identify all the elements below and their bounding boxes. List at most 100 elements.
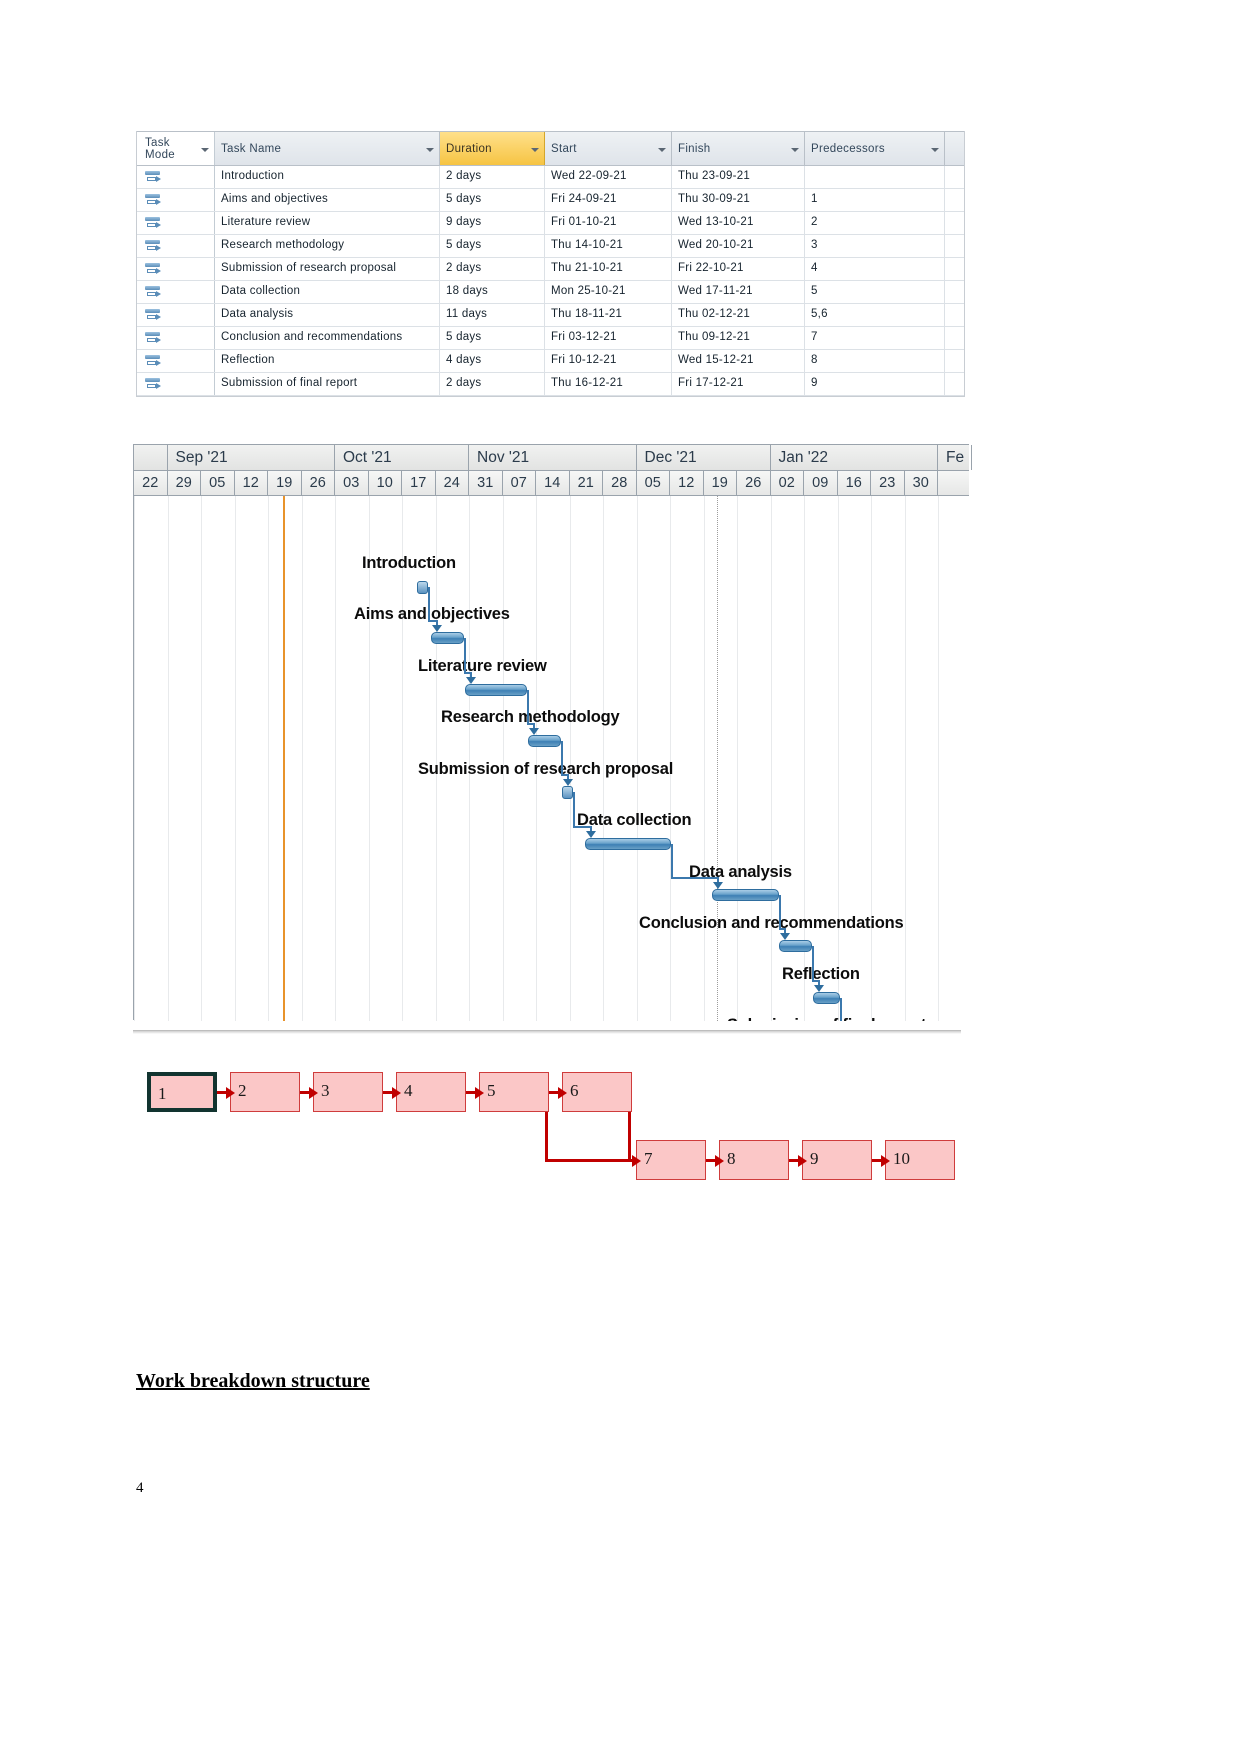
cell-task-name[interactable]: Introduction: [215, 166, 440, 188]
cell-task-mode[interactable]: [137, 281, 215, 303]
cell-predecessors[interactable]: 7: [805, 327, 945, 349]
cell-duration[interactable]: 4 days: [440, 350, 545, 372]
network-node-8[interactable]: 8: [719, 1140, 789, 1180]
cell-task-name[interactable]: Reflection: [215, 350, 440, 372]
gantt-task-bar[interactable]: [585, 838, 671, 850]
cell-task-name[interactable]: Aims and objectives: [215, 189, 440, 211]
cell-duration[interactable]: 2 days: [440, 166, 545, 188]
cell-task-mode[interactable]: [137, 212, 215, 234]
cell-task-mode[interactable]: [137, 235, 215, 257]
cell-task-name[interactable]: Research methodology: [215, 235, 440, 257]
cell-start[interactable]: Wed 22-09-21: [545, 166, 672, 188]
cell-start[interactable]: Fri 03-12-21: [545, 327, 672, 349]
cell-duration[interactable]: 9 days: [440, 212, 545, 234]
cell-start[interactable]: Thu 16-12-21: [545, 373, 672, 395]
cell-predecessors[interactable]: 2: [805, 212, 945, 234]
cell-duration[interactable]: 18 days: [440, 281, 545, 303]
network-node-6[interactable]: 6: [562, 1072, 632, 1112]
column-header-predecessors[interactable]: Predecessors: [805, 132, 945, 165]
cell-task-name[interactable]: Data analysis: [215, 304, 440, 326]
cell-task-name[interactable]: Literature review: [215, 212, 440, 234]
chevron-down-icon[interactable]: [931, 147, 939, 152]
cell-finish[interactable]: Fri 17-12-21: [672, 373, 805, 395]
network-node-3[interactable]: 3: [313, 1072, 383, 1112]
chevron-down-icon[interactable]: [201, 147, 209, 152]
network-node-10[interactable]: 10: [885, 1140, 955, 1180]
table-row[interactable]: Conclusion and recommendations 5 days Fri …: [137, 327, 964, 350]
cell-duration[interactable]: 2 days: [440, 373, 545, 395]
network-node-7[interactable]: 7: [636, 1140, 706, 1180]
cell-start[interactable]: Thu 21-10-21: [545, 258, 672, 280]
chevron-down-icon[interactable]: [426, 147, 434, 152]
table-row[interactable]: Submission of research proposal 2 days Thu…: [137, 258, 964, 281]
cell-task-mode[interactable]: [137, 350, 215, 372]
cell-start[interactable]: Thu 18-11-21: [545, 304, 672, 326]
gantt-milestone-marker[interactable]: [562, 786, 573, 799]
cell-task-name[interactable]: Submission of research proposal: [215, 258, 440, 280]
network-node-1[interactable]: 1: [147, 1072, 217, 1112]
chevron-down-icon[interactable]: [791, 147, 799, 152]
cell-finish[interactable]: Thu 09-12-21: [672, 327, 805, 349]
cell-start[interactable]: Thu 14-10-21: [545, 235, 672, 257]
cell-finish[interactable]: Fri 22-10-21: [672, 258, 805, 280]
cell-finish[interactable]: Wed 13-10-21: [672, 212, 805, 234]
table-row[interactable]: Reflection 4 days Fri 10-12-21 Wed 15-12-21…: [137, 350, 964, 373]
cell-finish[interactable]: Wed 17-11-21: [672, 281, 805, 303]
cell-predecessors[interactable]: 1: [805, 189, 945, 211]
gantt-task-bar[interactable]: [779, 940, 812, 952]
cell-task-mode[interactable]: [137, 166, 215, 188]
table-row[interactable]: Data collection 18 days Mon 25-10-21 Wed 17…: [137, 281, 964, 304]
cell-predecessors[interactable]: 3: [805, 235, 945, 257]
cell-finish[interactable]: Thu 23-09-21: [672, 166, 805, 188]
gantt-task-bar[interactable]: [528, 735, 561, 747]
column-header-finish[interactable]: Finish: [672, 132, 805, 165]
cell-start[interactable]: Fri 24-09-21: [545, 189, 672, 211]
network-node-5[interactable]: 5: [479, 1072, 549, 1112]
table-row[interactable]: Submission of final report 2 days Thu 16-1…: [137, 373, 964, 396]
cell-start[interactable]: Fri 01-10-21: [545, 212, 672, 234]
column-header-duration[interactable]: Duration: [440, 132, 545, 165]
cell-task-mode[interactable]: [137, 373, 215, 395]
network-node-2[interactable]: 2: [230, 1072, 300, 1112]
cell-predecessors[interactable]: 5,6: [805, 304, 945, 326]
cell-predecessors[interactable]: 9: [805, 373, 945, 395]
column-header-start[interactable]: Start: [545, 132, 672, 165]
table-row[interactable]: Research methodology 5 days Thu 14-10-21 We…: [137, 235, 964, 258]
cell-finish[interactable]: Thu 30-09-21: [672, 189, 805, 211]
gantt-task-bar[interactable]: [465, 684, 527, 696]
cell-task-name[interactable]: Submission of final report: [215, 373, 440, 395]
gantt-task-bar[interactable]: [813, 992, 840, 1004]
cell-start[interactable]: Fri 10-12-21: [545, 350, 672, 372]
cell-predecessors[interactable]: 5: [805, 281, 945, 303]
table-row[interactable]: Aims and objectives 5 days Fri 24-09-21 Thu…: [137, 189, 964, 212]
cell-predecessors[interactable]: 4: [805, 258, 945, 280]
cell-duration[interactable]: 11 days: [440, 304, 545, 326]
chevron-down-icon[interactable]: [531, 147, 539, 152]
cell-finish[interactable]: Wed 20-10-21: [672, 235, 805, 257]
column-header-task-name[interactable]: Task Name: [215, 132, 440, 165]
column-header-task-mode[interactable]: Task Mode: [137, 132, 215, 165]
gantt-milestone-marker[interactable]: [417, 581, 428, 594]
chevron-down-icon[interactable]: [658, 147, 666, 152]
cell-task-name[interactable]: Conclusion and recommendations: [215, 327, 440, 349]
cell-task-mode[interactable]: [137, 189, 215, 211]
cell-task-mode[interactable]: [137, 258, 215, 280]
cell-duration[interactable]: 5 days: [440, 189, 545, 211]
cell-task-mode[interactable]: [137, 304, 215, 326]
table-row[interactable]: Literature review 9 days Fri 01-10-21 Wed 1…: [137, 212, 964, 235]
cell-start[interactable]: Mon 25-10-21: [545, 281, 672, 303]
network-node-4[interactable]: 4: [396, 1072, 466, 1112]
cell-task-mode[interactable]: [137, 327, 215, 349]
cell-duration[interactable]: 5 days: [440, 327, 545, 349]
cell-task-name[interactable]: Data collection: [215, 281, 440, 303]
gantt-task-bar[interactable]: [712, 889, 779, 901]
network-node-9[interactable]: 9: [802, 1140, 872, 1180]
table-row[interactable]: Introduction 2 days Wed 22-09-21 Thu 23-09-…: [137, 166, 964, 189]
cell-duration[interactable]: 2 days: [440, 258, 545, 280]
cell-finish[interactable]: Wed 15-12-21: [672, 350, 805, 372]
table-row[interactable]: Data analysis 11 days Thu 18-11-21 Thu 02-1…: [137, 304, 964, 327]
cell-duration[interactable]: 5 days: [440, 235, 545, 257]
cell-finish[interactable]: Thu 02-12-21: [672, 304, 805, 326]
gantt-task-bar[interactable]: [431, 632, 464, 644]
cell-predecessors[interactable]: 8: [805, 350, 945, 372]
